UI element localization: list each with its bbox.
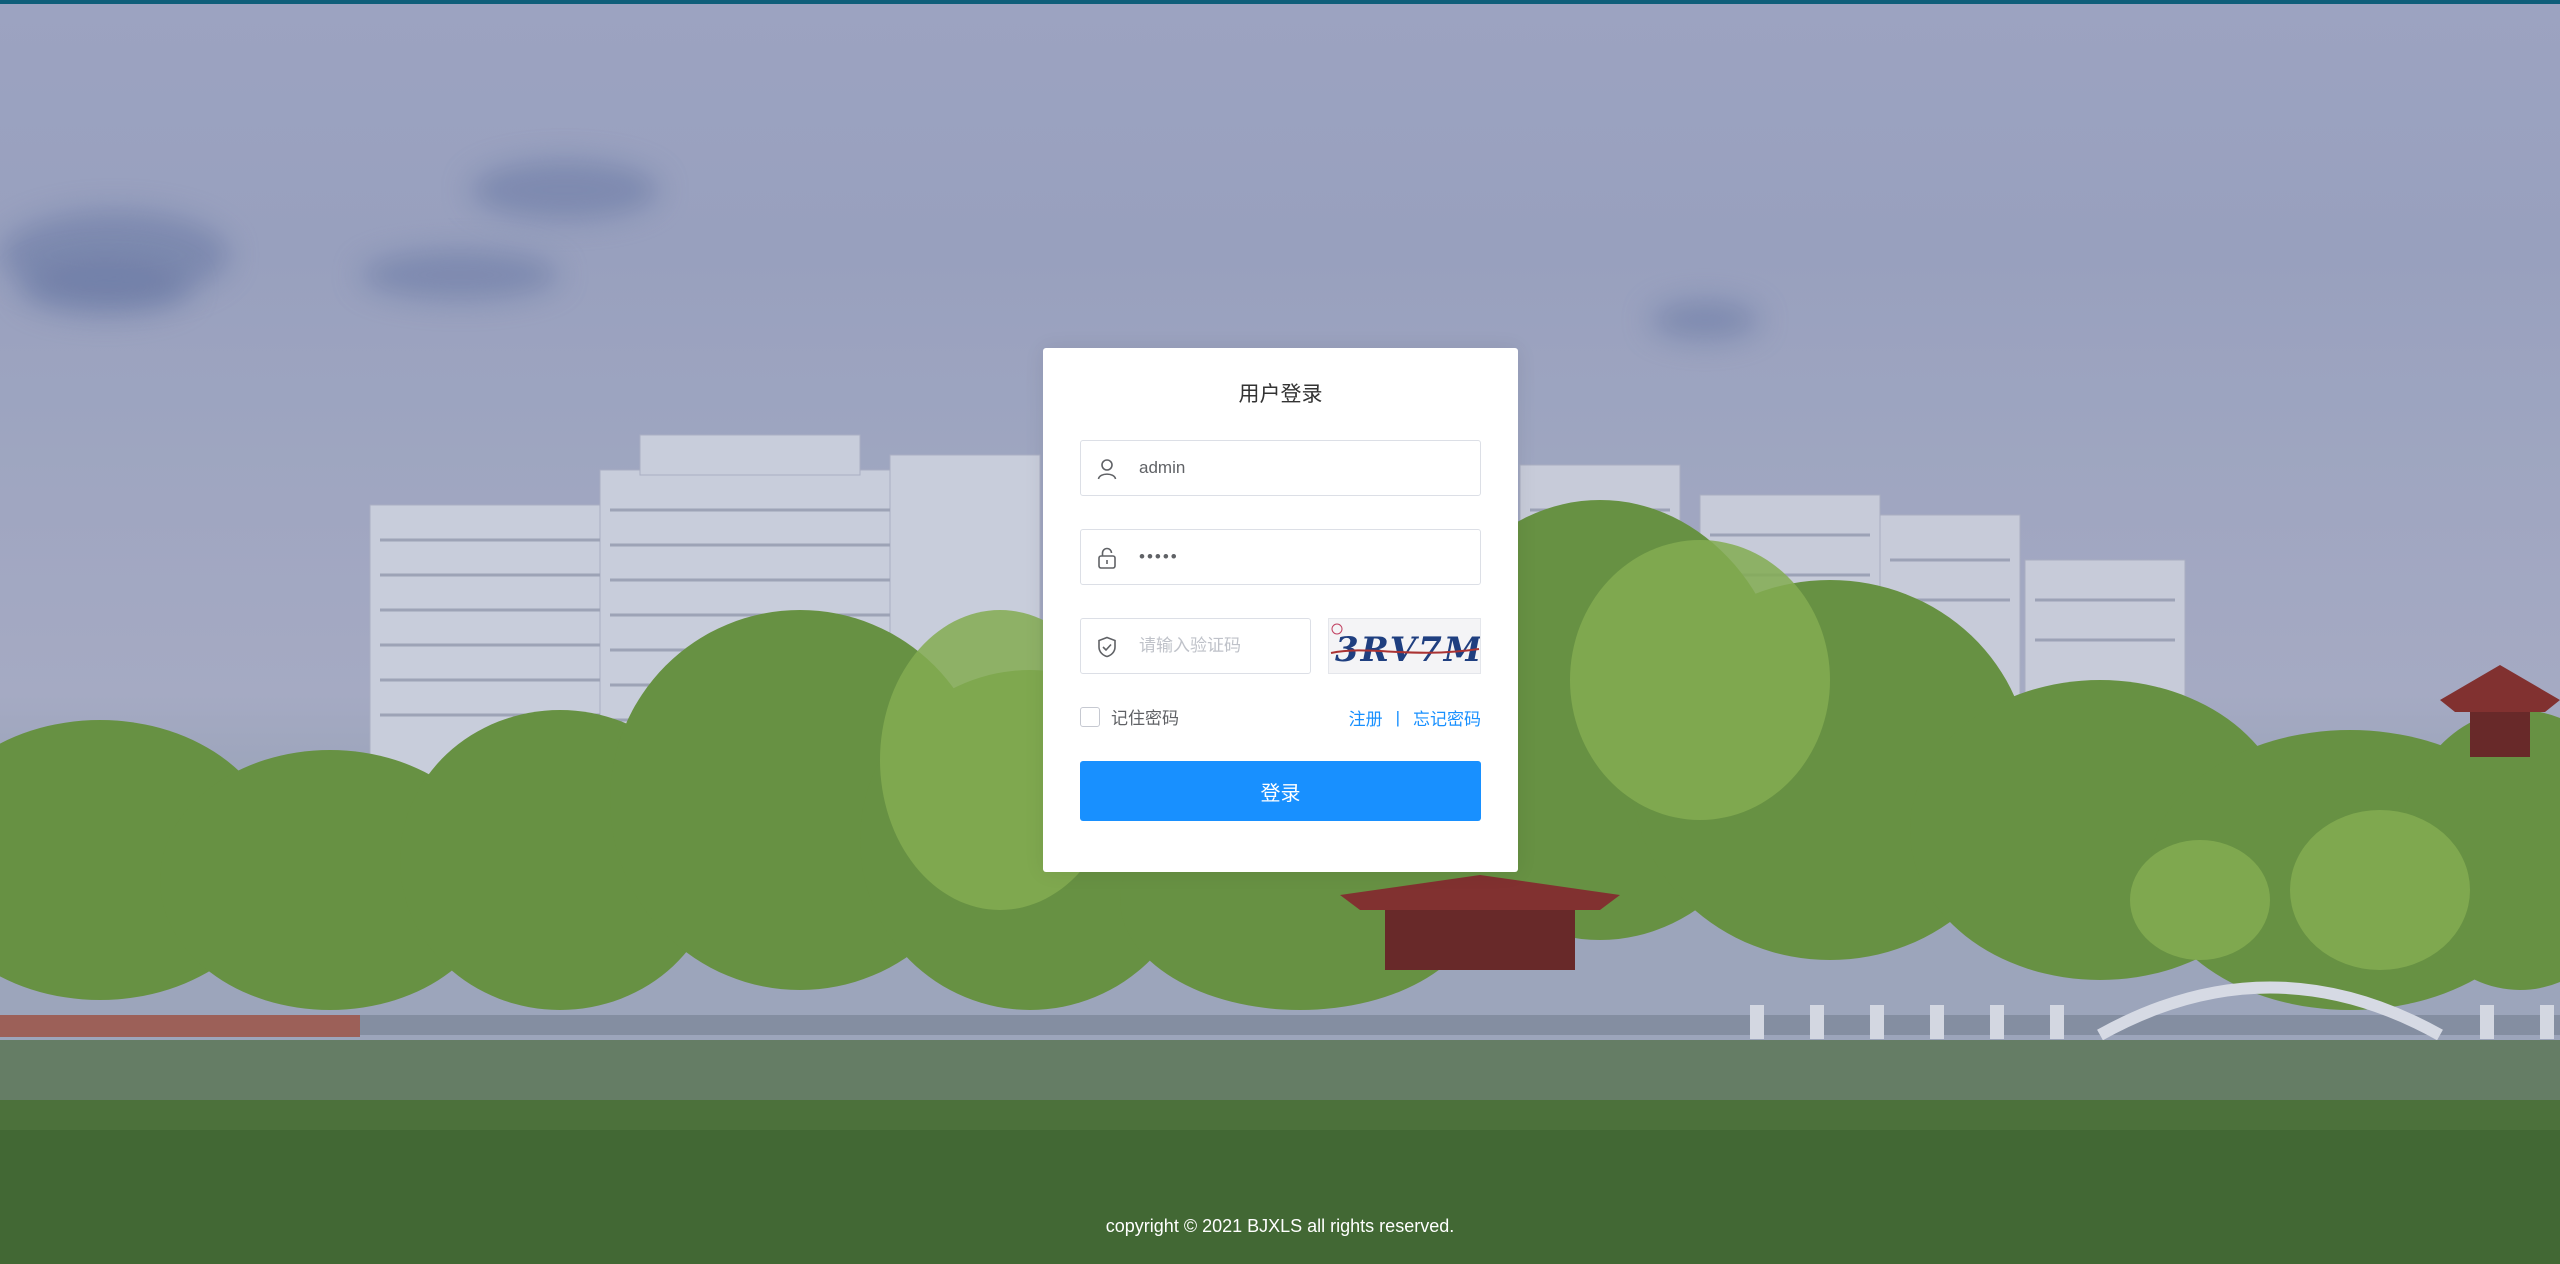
top-strip — [0, 0, 2560, 4]
login-page: 用户登录 admin ••••• 请输入验证码 3RV7M 记住密码 注册 | … — [0, 0, 2560, 1264]
username-input[interactable] — [1139, 441, 1459, 495]
login-card: 用户登录 admin ••••• 请输入验证码 3RV7M 记住密码 注册 | … — [1043, 348, 1518, 872]
lock-icon — [1094, 545, 1120, 571]
link-separator: | — [1395, 707, 1400, 727]
password-field[interactable] — [1080, 529, 1481, 585]
password-input[interactable] — [1139, 530, 1459, 584]
copyright-footer: copyright © 2021 BJXLS all rights reserv… — [1105, 1216, 1455, 1236]
login-title: 用户登录 — [1238, 383, 1323, 406]
captcha-graphic: 3RV7M — [1329, 619, 1480, 673]
captcha-input[interactable] — [1139, 619, 1299, 673]
remember-checkbox[interactable] — [1080, 706, 1100, 727]
shield-icon — [1094, 634, 1120, 660]
login-button[interactable]: 登录 — [1080, 761, 1481, 821]
username-field[interactable] — [1080, 440, 1481, 496]
auth-links: 注册 | 忘记密码 — [1349, 705, 1481, 730]
user-icon — [1094, 456, 1120, 482]
remember-label: 记住密码 — [1111, 709, 1179, 728]
captcha-image[interactable]: 3RV7M — [1328, 618, 1481, 674]
forgot-password-link[interactable]: 忘记密码 — [1413, 705, 1481, 730]
register-link[interactable]: 注册 — [1349, 705, 1383, 730]
captcha-field[interactable] — [1080, 618, 1311, 674]
remember-password[interactable]: 记住密码 — [1080, 704, 1179, 729]
